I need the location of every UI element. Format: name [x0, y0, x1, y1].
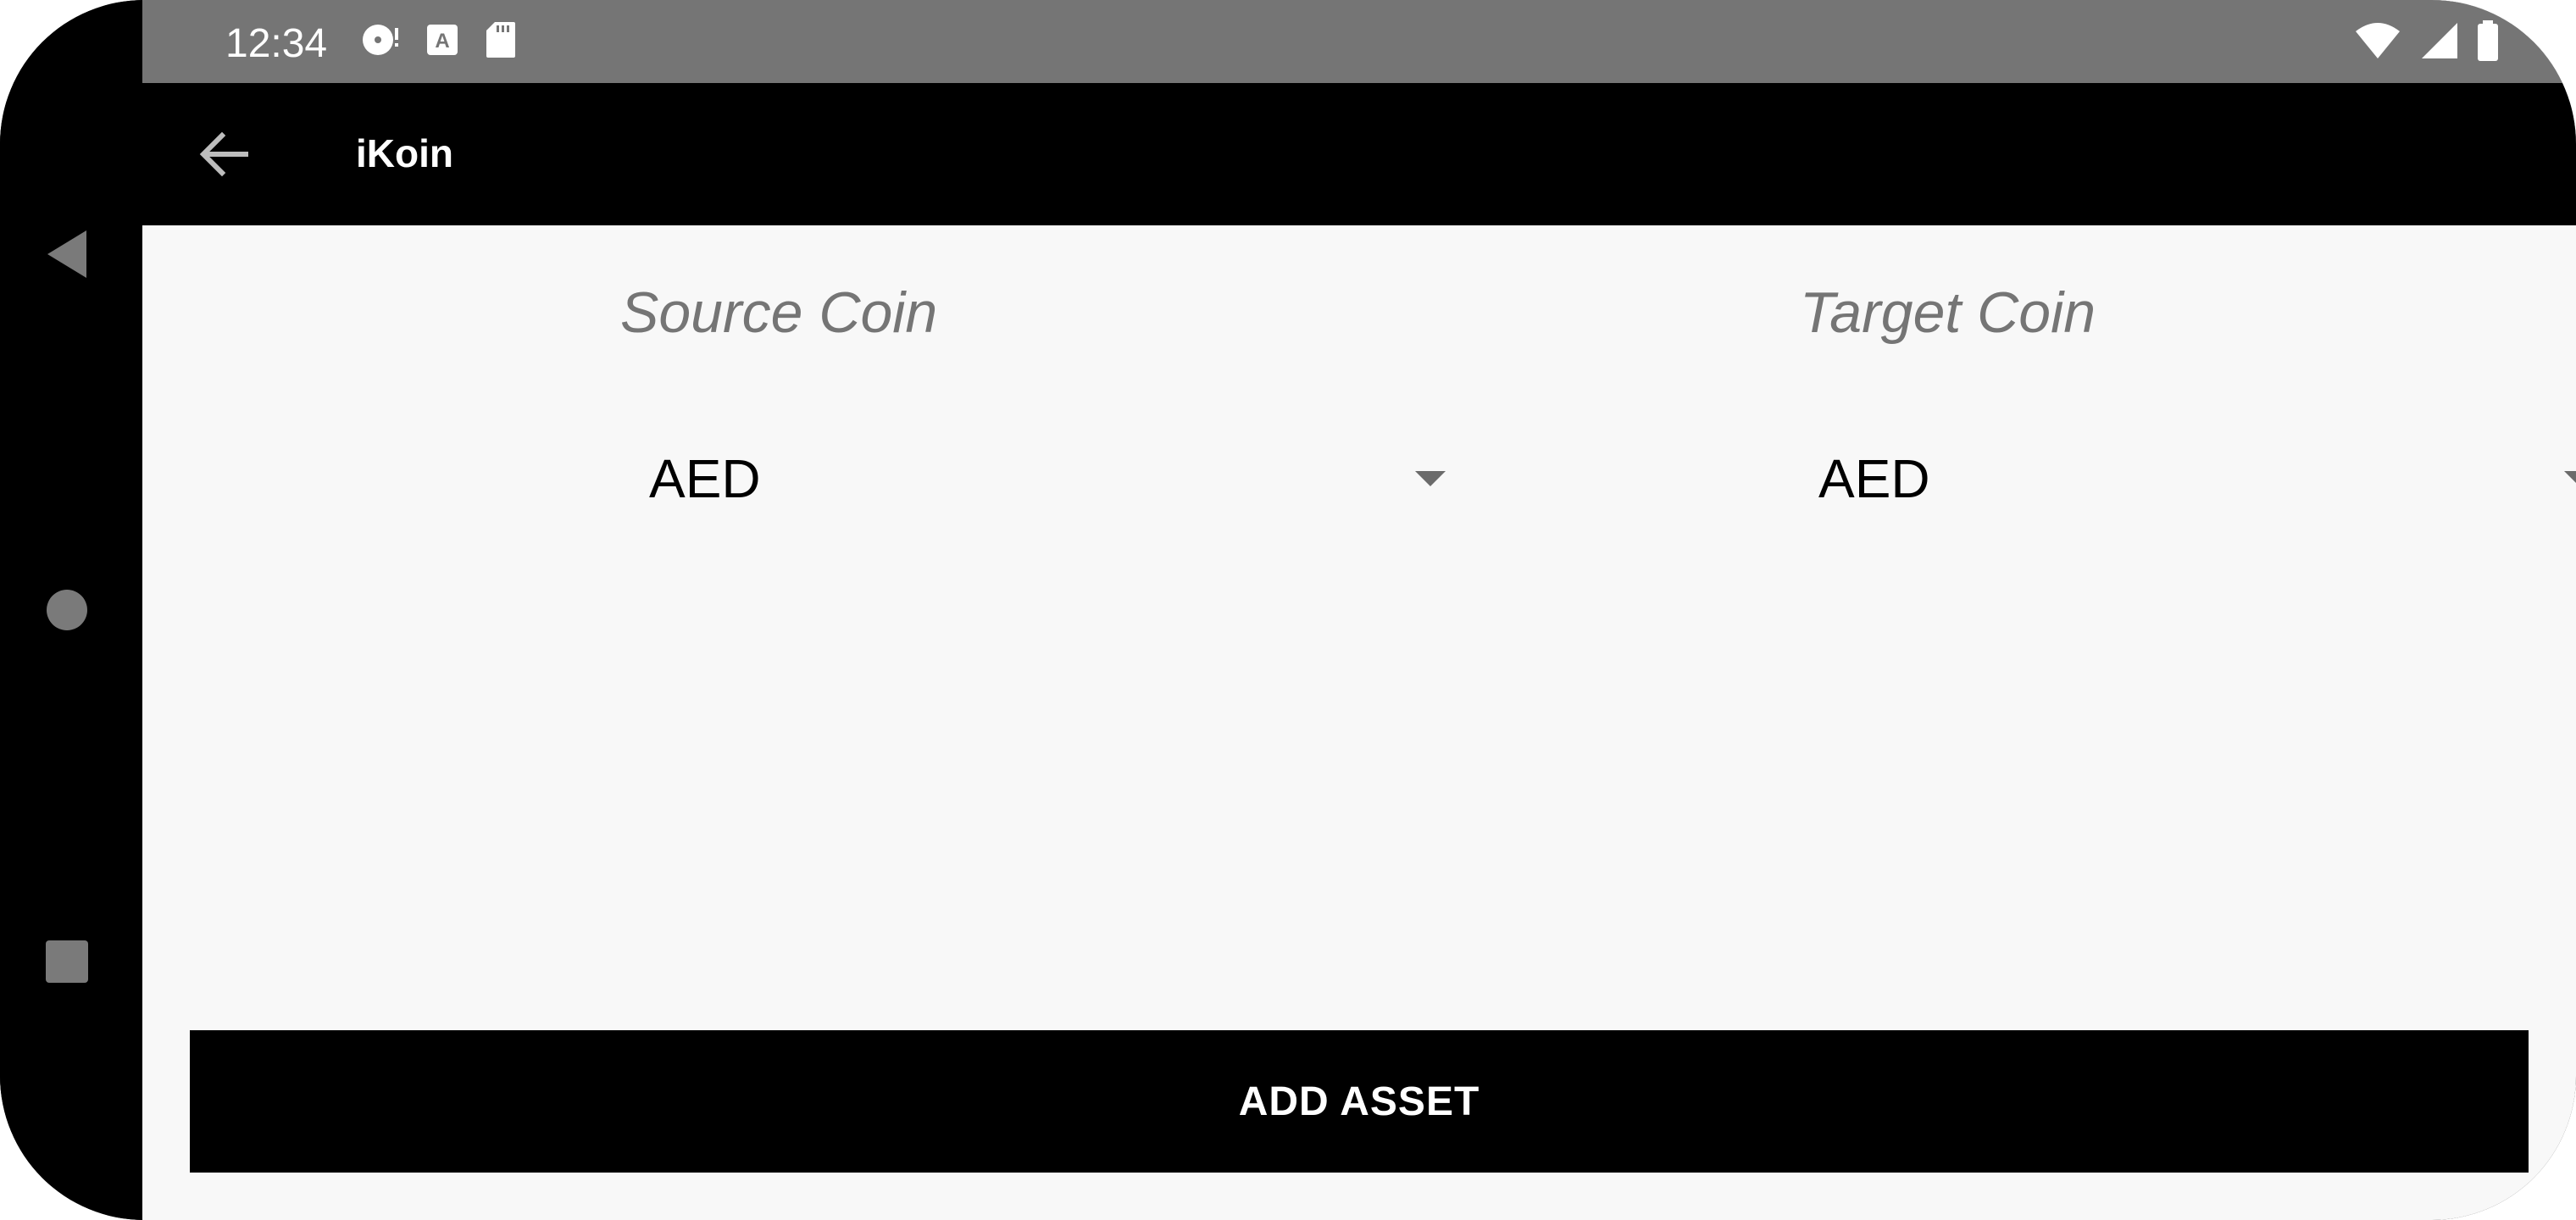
target-coin-label: Target Coin	[1800, 280, 2096, 345]
device-frame: 12:34 A iKoin Source Coin Target Coin AE…	[0, 0, 2576, 1220]
app-screen: 12:34 A iKoin Source Coin Target Coin AE…	[142, 0, 2576, 1220]
back-button[interactable]	[197, 127, 251, 181]
status-icons-right	[2354, 20, 2500, 61]
dropdown-arrow-icon	[2564, 471, 2576, 486]
app-title: iKoin	[356, 131, 453, 175]
status-bar: 12:34 A	[142, 0, 2576, 83]
triangle-back-icon	[47, 230, 86, 278]
sd-card-icon	[486, 22, 515, 58]
target-coin-value: AED	[1818, 448, 1930, 509]
circle-home-icon	[47, 590, 87, 630]
add-asset-button[interactable]: ADD ASSET	[190, 1030, 2529, 1173]
source-coin-label: Source Coin	[620, 280, 938, 345]
battery-icon	[2478, 20, 2498, 61]
source-coin-dropdown[interactable]: AED	[649, 432, 1463, 525]
svg-text:A: A	[435, 30, 449, 53]
wifi-icon	[2356, 23, 2400, 58]
text-icon: A	[427, 25, 458, 55]
dropdown-arrow-icon	[1415, 471, 1446, 486]
status-icons-left: A	[359, 20, 517, 59]
status-time: 12:34	[225, 21, 328, 66]
source-coin-value: AED	[649, 448, 761, 509]
square-recents-icon	[46, 940, 88, 983]
target-coin-dropdown[interactable]: AED	[1818, 432, 2576, 525]
app-bar: iKoin	[142, 83, 2576, 225]
nav-recents-button[interactable]	[37, 932, 97, 991]
signal-icon	[2422, 23, 2457, 58]
nav-back-button[interactable]	[37, 225, 97, 284]
arrow-back-icon	[199, 131, 248, 177]
nav-home-button[interactable]	[37, 580, 97, 640]
media-icon	[363, 25, 398, 55]
system-navigation-bar	[0, 0, 142, 1220]
